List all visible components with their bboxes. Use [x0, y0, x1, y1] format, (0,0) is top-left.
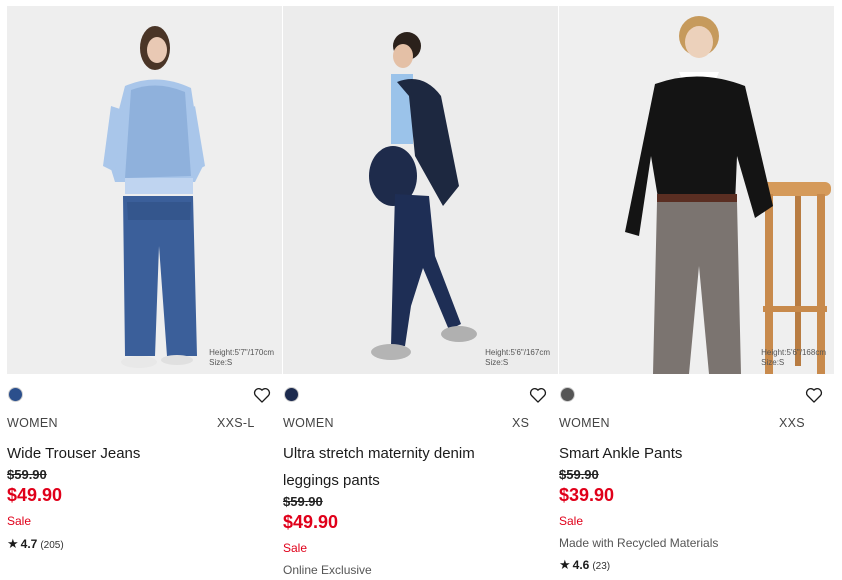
- model-photo: [7, 6, 282, 374]
- product-image[interactable]: Height:5'7"/170cm Size:S: [7, 6, 282, 374]
- model-height: Height:5'6"/168cm: [761, 348, 826, 357]
- review-count: (23): [592, 561, 611, 572]
- heart-icon[interactable]: [804, 385, 824, 405]
- sale-price: $39.90: [559, 485, 615, 505]
- model-info: Height:5'6"/167cm Size:S: [485, 348, 550, 368]
- color-swatch[interactable]: [284, 387, 299, 402]
- product-gender: WOMEN: [559, 416, 610, 430]
- product-gender: WOMEN: [7, 416, 58, 430]
- model-photo: [283, 6, 558, 374]
- model-height: Height:5'6"/167cm: [485, 348, 550, 357]
- model-height: Height:5'7"/170cm: [209, 348, 274, 357]
- product-name[interactable]: Ultra stretch maternity denim leggings p…: [283, 440, 493, 494]
- model-photo: [559, 6, 834, 374]
- product-rating[interactable]: ★ 4.6 (23): [559, 557, 610, 573]
- sale-price: $49.90: [7, 485, 63, 505]
- product-card-smart-ankle-pants[interactable]: Height:5'6"/168cm Size:S WOMEN XXS Smart…: [559, 0, 835, 580]
- sale-price: $49.90: [283, 512, 339, 532]
- product-card-wide-trouser-jeans[interactable]: Height:5'7"/170cm Size:S WOMEN XXS-L Wid…: [7, 0, 283, 580]
- original-price: $59.90: [7, 467, 47, 482]
- original-price: $59.90: [283, 494, 323, 509]
- heart-icon[interactable]: [252, 385, 272, 405]
- product-gender: WOMEN: [283, 416, 334, 430]
- product-note: Online Exclusive: [283, 563, 372, 577]
- product-note: Made with Recycled Materials: [559, 536, 719, 550]
- product-name[interactable]: Wide Trouser Jeans: [7, 440, 217, 467]
- star-icon: ★: [7, 536, 19, 551]
- product-size-range: XXS: [779, 416, 805, 430]
- color-swatch[interactable]: [560, 387, 575, 402]
- color-swatch[interactable]: [8, 387, 23, 402]
- product-image[interactable]: Height:5'6"/168cm Size:S: [559, 6, 834, 374]
- rating-score: 4.6: [572, 558, 590, 572]
- sale-label: Sale: [559, 514, 584, 528]
- star-icon: ★: [559, 557, 571, 572]
- review-count: (205): [40, 540, 64, 551]
- sale-label: Sale: [283, 541, 308, 555]
- product-rating[interactable]: ★ 4.7 (205): [7, 536, 64, 552]
- rating-score: 4.7: [20, 537, 38, 551]
- product-card-maternity-leggings[interactable]: Height:5'6"/167cm Size:S WOMEN XS Ultra …: [283, 0, 559, 580]
- model-info: Height:5'7"/170cm Size:S: [209, 348, 274, 368]
- product-image[interactable]: Height:5'6"/167cm Size:S: [283, 6, 558, 374]
- original-price: $59.90: [559, 467, 599, 482]
- product-size-range: XXS-L: [217, 416, 255, 430]
- product-name[interactable]: Smart Ankle Pants: [559, 440, 769, 467]
- heart-icon[interactable]: [528, 385, 548, 405]
- model-size: Size:S: [209, 358, 233, 367]
- model-size: Size:S: [485, 358, 509, 367]
- model-info: Height:5'6"/168cm Size:S: [761, 348, 826, 368]
- sale-label: Sale: [7, 514, 32, 528]
- product-size-range: XS: [512, 416, 530, 430]
- model-size: Size:S: [761, 358, 785, 367]
